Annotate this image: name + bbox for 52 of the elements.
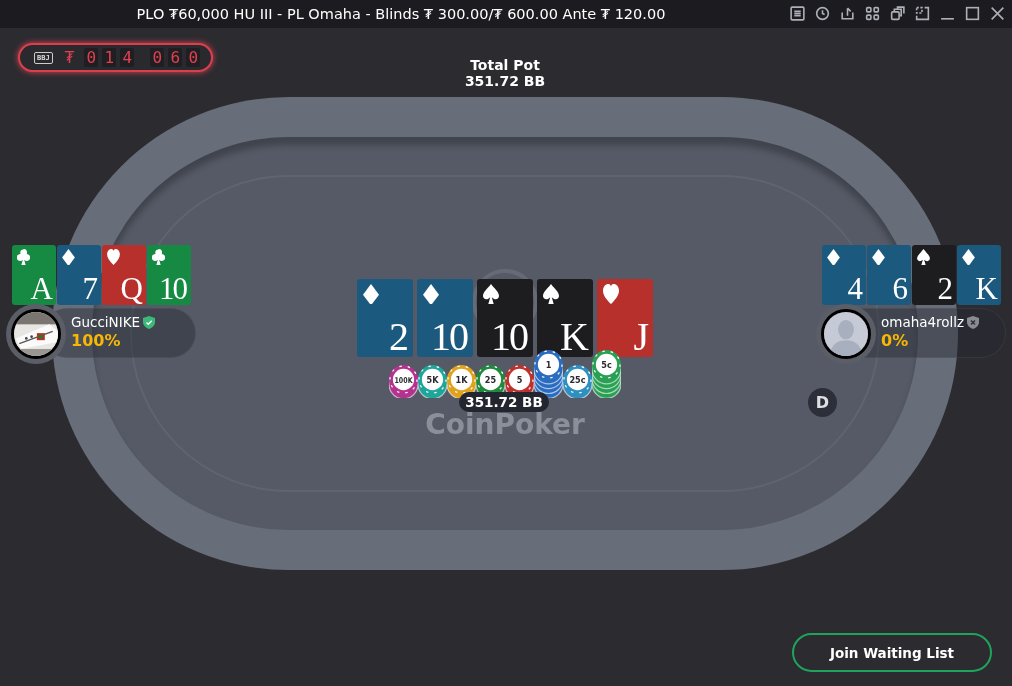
card-rank: 10 [431,317,467,357]
diamonds-icon [363,284,379,304]
counter-digit: 0 [84,48,99,67]
diamonds-icon [872,249,885,265]
counter-digit: 0 [186,48,201,67]
card-rank: 10 [491,317,527,357]
diamonds-icon [62,249,75,265]
card-rank: 6 [892,273,906,304]
card-rank: K [560,317,587,357]
close-icon[interactable] [989,5,1006,22]
clubs-icon [17,249,30,265]
diamonds-icon [962,249,975,265]
chip-stack: 5c [592,350,621,399]
total-pot-amount: 351.72 BB [463,73,547,89]
diamonds-icon [827,249,840,265]
card-rank: 2 [937,273,951,304]
card-rank: K [975,273,996,304]
spades-icon [483,284,499,304]
cascade-icon[interactable] [889,5,906,22]
pot-amount: 351.72 BB [459,392,549,412]
diamonds-icon [423,284,439,304]
hearts-icon [603,284,619,304]
hearts-icon [107,249,120,265]
card-rank: 4 [847,273,861,304]
counter-digit: 6 [168,48,183,67]
total-pot-label: Total Pot [469,57,541,73]
card-rank: Q [120,273,141,304]
history-icon[interactable] [814,5,831,22]
avatar-silhouette [821,309,871,359]
join-waiting-list-button[interactable]: Join Waiting List [792,633,992,672]
counter-digit: 0 [150,48,165,67]
currency-symbol: ₮ [64,48,75,67]
equity-percent: 100% [71,331,121,350]
resize-icon[interactable] [914,5,931,22]
card-rank: 2 [389,317,407,357]
card-rank: 7 [82,273,96,304]
window-title: PLO ₮60,000 HU III - PL Omaha - Blinds ₮ 300.00/₮ 600.00 Ante ₮ 120.00 [135,6,667,22]
card-rank: J [633,317,647,357]
card-rank: 10 [159,273,186,304]
share-icon[interactable] [839,5,856,22]
card-rank: A [30,273,51,304]
equity-percent: 0% [881,331,909,350]
spades-icon [543,284,559,304]
grid-icon[interactable] [864,5,881,22]
list-icon[interactable] [789,5,806,22]
spades-icon [917,249,930,265]
counter-digit: 1 [102,48,117,67]
maximize-icon[interactable] [964,5,981,22]
counter-digit: 4 [120,48,135,67]
player-name: GucciNIKE [71,314,141,330]
player-name: omaha4rollz [881,314,965,330]
clubs-icon [152,249,165,265]
